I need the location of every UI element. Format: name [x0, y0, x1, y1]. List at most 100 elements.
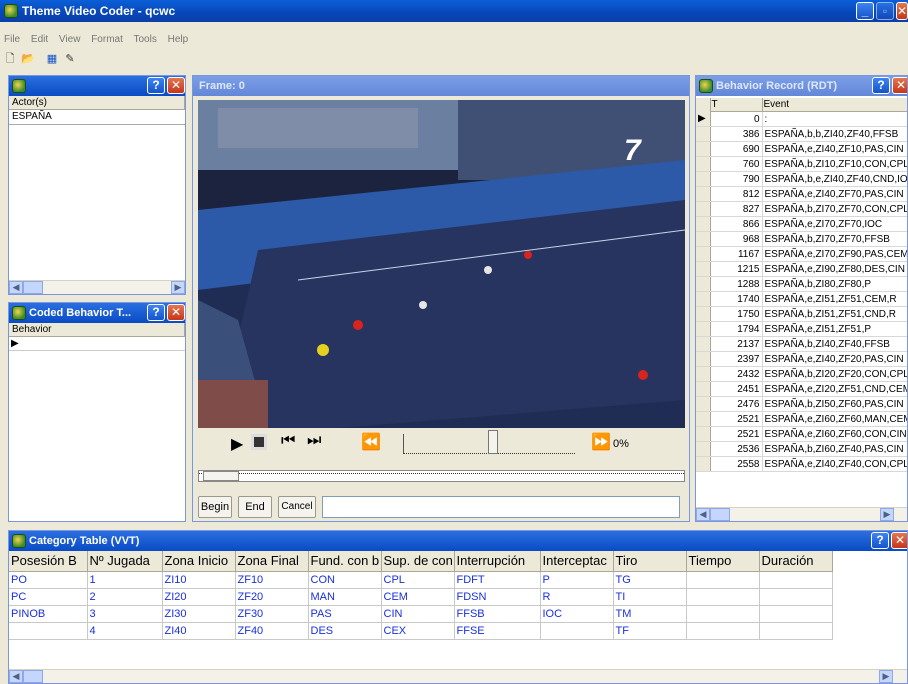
category-cell[interactable] — [686, 605, 760, 623]
category-cell[interactable]: FDSN — [454, 588, 541, 606]
step-forward-icon[interactable]: ⏭ — [307, 432, 321, 450]
new-file-icon[interactable]: 🗋 — [2, 52, 18, 67]
category-cell[interactable]: 1 — [87, 571, 163, 589]
stop-icon[interactable] — [251, 434, 267, 450]
rdt-row[interactable]: 760 ESPAÑA,b,ZI10,ZF10,CON,CPL — [696, 156, 907, 172]
rdt-row[interactable]: 2476 ESPAÑA,b,ZI50,ZF60,PAS,CIN — [696, 396, 907, 412]
rdt-row[interactable]: 1750 ESPAÑA,b,ZI51,ZF51,CND,R — [696, 306, 907, 322]
row-selector[interactable] — [696, 306, 711, 322]
minimize-button[interactable]: _ — [856, 2, 874, 20]
row-selector[interactable] — [696, 366, 711, 382]
scroll-thumb[interactable] — [23, 281, 43, 294]
actors-hscroll[interactable]: ◀ ▶ — [9, 280, 185, 294]
rdt-row[interactable]: 2451 ESPAÑA,e,ZI20,ZF51,CND,CEM — [696, 381, 907, 397]
row-selector[interactable] — [696, 156, 711, 172]
scroll-right-icon[interactable]: ▶ — [171, 281, 185, 294]
row-selector[interactable] — [696, 321, 711, 337]
row-selector[interactable] — [696, 411, 711, 427]
rdt-row[interactable]: 968 ESPAÑA,b,ZI70,ZF70,FFSB — [696, 231, 907, 247]
pen-icon[interactable]: ✎ — [62, 52, 78, 67]
coded-close-button[interactable]: ✕ — [167, 304, 185, 321]
begin-button[interactable]: Begin — [198, 496, 232, 518]
grid-icon[interactable]: ▦ — [44, 52, 60, 67]
category-cell[interactable]: FDFT — [454, 571, 541, 589]
actor-item[interactable]: ESPAÑA — [9, 110, 185, 124]
category-cell[interactable]: 2 — [87, 588, 163, 606]
menu-view[interactable]: View — [59, 34, 81, 45]
scroll-left-icon[interactable]: ◀ — [9, 281, 23, 294]
category-cell[interactable] — [759, 605, 833, 623]
category-cell[interactable]: ZI30 — [162, 605, 236, 623]
category-cell[interactable] — [686, 622, 760, 640]
rdt-row[interactable]: 1794 ESPAÑA,e,ZI51,ZF51,P — [696, 321, 907, 337]
row-selector[interactable] — [696, 336, 711, 352]
row-selector[interactable] — [696, 291, 711, 307]
rdt-row[interactable]: 2432 ESPAÑA,b,ZI20,ZF20,CON,CPL — [696, 366, 907, 382]
rdt-row[interactable]: 790 ESPAÑA,b,e,ZI40,ZF40,CND,IOC — [696, 171, 907, 187]
row-pointer-icon[interactable]: ▶ — [696, 111, 711, 127]
category-column-header[interactable]: Fund. con b — [308, 551, 382, 572]
rdt-row[interactable]: 1167 ESPAÑA,e,ZI70,ZF90,PAS,CEM — [696, 246, 907, 262]
rdt-row[interactable]: 1215 ESPAÑA,e,ZI90,ZF80,DES,CIN — [696, 261, 907, 277]
actors-column-header[interactable]: Actor(s) — [9, 96, 185, 110]
row-selector[interactable] — [696, 456, 711, 472]
speed-slider-thumb[interactable] — [488, 430, 498, 454]
rdt-row[interactable]: 1288 ESPAÑA,b,ZI80,ZF80,P — [696, 276, 907, 292]
close-button[interactable]: ✕ — [896, 2, 908, 20]
category-cell[interactable] — [686, 588, 760, 606]
rdt-row[interactable]: 2558 ESPAÑA,e,ZI40,ZF40,CON,CPL — [696, 456, 907, 472]
category-cell[interactable] — [9, 622, 88, 640]
row-selector[interactable] — [696, 141, 711, 157]
category-column-header[interactable]: Sup. de con — [381, 551, 455, 572]
scroll-left-icon[interactable]: ◀ — [9, 670, 23, 683]
timeline-thumb[interactable] — [203, 471, 239, 481]
category-cell[interactable]: CEX — [381, 622, 455, 640]
actors-help-button[interactable]: ? — [147, 77, 165, 94]
row-selector[interactable] — [696, 246, 711, 262]
category-cell[interactable]: ZF10 — [235, 571, 309, 589]
category-cell[interactable]: ZI40 — [162, 622, 236, 640]
play-icon[interactable]: ▶ — [231, 434, 243, 454]
category-cell[interactable] — [759, 571, 833, 589]
category-cell[interactable]: FFSE — [454, 622, 541, 640]
fast-forward-icon[interactable]: ⏩ — [591, 432, 611, 452]
rdt-hscroll[interactable]: ◀ ▶ — [696, 507, 907, 521]
category-cell[interactable]: PO — [9, 571, 88, 589]
rdt-row[interactable]: 2521 ESPAÑA,e,ZI60,ZF60,MAN,CEM — [696, 411, 907, 427]
category-cell[interactable]: CIN — [381, 605, 455, 623]
row-selector[interactable] — [696, 261, 711, 277]
row-selector[interactable] — [696, 276, 711, 292]
rdt-close-button[interactable]: ✕ — [892, 77, 907, 94]
rdt-row[interactable]: 866 ESPAÑA,e,ZI70,ZF70,IOC — [696, 216, 907, 232]
actors-close-button[interactable]: ✕ — [167, 77, 185, 94]
step-back-icon[interactable]: ⏮ — [281, 432, 295, 450]
rdt-help-button[interactable]: ? — [872, 77, 890, 94]
category-cell[interactable]: TF — [613, 622, 687, 640]
category-cell[interactable] — [686, 571, 760, 589]
row-selector[interactable] — [696, 231, 711, 247]
row-selector[interactable] — [696, 126, 711, 142]
row-selector[interactable] — [696, 441, 711, 457]
rdt-row[interactable]: ▶ 0: — [696, 111, 907, 127]
category-cell[interactable] — [759, 622, 833, 640]
rdt-row[interactable]: 2521 ESPAÑA,e,ZI60,ZF60,CON,CIN — [696, 426, 907, 442]
category-column-header[interactable]: Posesión B — [9, 551, 88, 572]
category-cell[interactable]: CPL — [381, 571, 455, 589]
category-column-header[interactable]: Tiro — [613, 551, 687, 572]
scroll-right-icon[interactable]: ▶ — [880, 508, 894, 521]
rdt-row[interactable]: 2397 ESPAÑA,e,ZI40,ZF20,PAS,CIN — [696, 351, 907, 367]
category-cell[interactable]: 4 — [87, 622, 163, 640]
category-cell[interactable]: ZI20 — [162, 588, 236, 606]
category-cell[interactable]: ZF30 — [235, 605, 309, 623]
category-cell[interactable]: ZF40 — [235, 622, 309, 640]
category-cell[interactable]: CON — [308, 571, 382, 589]
menu-help[interactable]: Help — [168, 34, 189, 45]
category-column-header[interactable]: Duración — [759, 551, 833, 572]
category-close-button[interactable]: ✕ — [891, 532, 907, 549]
category-cell[interactable]: ZF20 — [235, 588, 309, 606]
menu-tools[interactable]: Tools — [133, 34, 156, 45]
category-cell[interactable]: FFSB — [454, 605, 541, 623]
rdt-col-event[interactable]: Event — [762, 98, 907, 112]
behavior-row[interactable]: ▶ — [9, 337, 185, 351]
menu-format[interactable]: Format — [91, 34, 123, 45]
